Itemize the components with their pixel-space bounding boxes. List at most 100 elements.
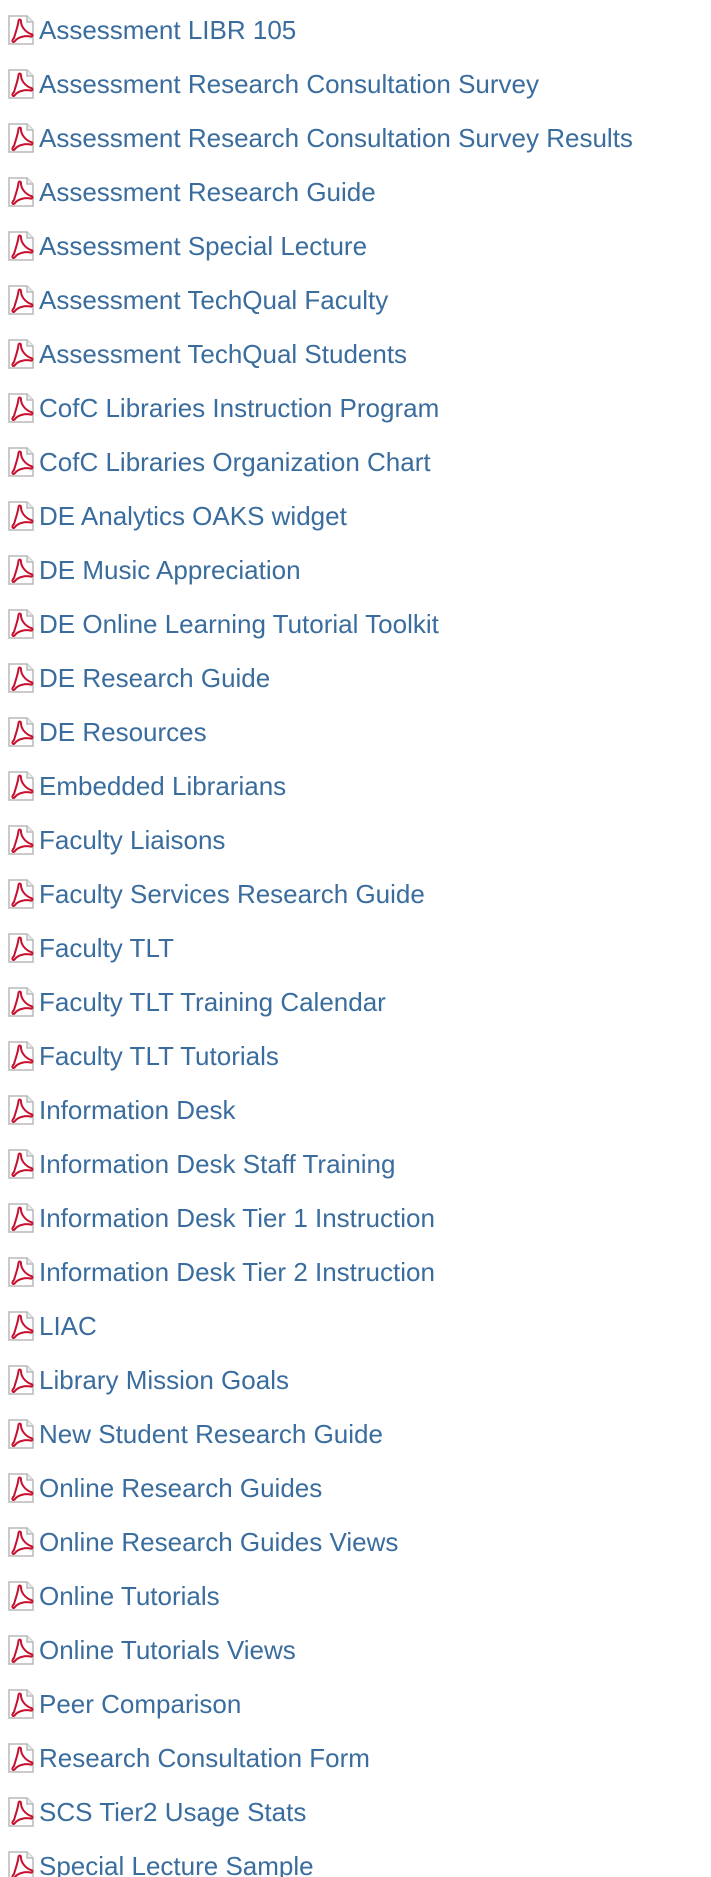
file-label: Faculty TLT Training Calendar — [39, 987, 386, 1017]
pdf-file-link[interactable]: Faculty Liaisons — [6, 825, 225, 855]
pdf-file-link[interactable]: Library Mission Goals — [6, 1365, 289, 1395]
pdf-file-link[interactable]: SCS Tier2 Usage Stats — [6, 1797, 306, 1827]
pdf-file-link[interactable]: Assessment LIBR 105 — [6, 15, 296, 45]
pdf-file-link[interactable]: Faculty Services Research Guide — [6, 879, 425, 909]
list-item: Research Consultation Form — [6, 1731, 711, 1785]
pdf-icon — [6, 1743, 36, 1773]
file-label: Faculty TLT Tutorials — [39, 1041, 279, 1071]
pdf-icon — [6, 69, 36, 99]
pdf-icon — [6, 1149, 36, 1179]
pdf-file-link[interactable]: Research Consultation Form — [6, 1743, 370, 1773]
list-item: Online Tutorials — [6, 1569, 711, 1623]
pdf-icon — [6, 1041, 36, 1071]
pdf-icon — [6, 987, 36, 1017]
list-item: DE Resources — [6, 705, 711, 759]
pdf-file-link[interactable]: DE Music Appreciation — [6, 555, 301, 585]
pdf-file-link[interactable]: Information Desk Tier 2 Instruction — [6, 1257, 435, 1287]
pdf-file-link[interactable]: Online Research Guides — [6, 1473, 322, 1503]
pdf-file-link[interactable]: Assessment TechQual Faculty — [6, 285, 388, 315]
file-label: SCS Tier2 Usage Stats — [39, 1797, 307, 1827]
file-label: LIAC — [39, 1311, 97, 1341]
pdf-file-link[interactable]: Online Tutorials — [6, 1581, 220, 1611]
pdf-icon — [6, 123, 36, 153]
file-label: Information Desk Staff Training — [39, 1149, 396, 1179]
pdf-icon — [6, 447, 36, 477]
pdf-file-link[interactable]: Information Desk Staff Training — [6, 1149, 395, 1179]
list-item: Faculty TLT Training Calendar — [6, 975, 711, 1029]
list-item: Embedded Librarians — [6, 759, 711, 813]
pdf-file-link[interactable]: Assessment Research Consultation Survey … — [6, 123, 633, 153]
list-item: Assessment Special Lecture — [6, 219, 711, 273]
file-label: Research Consultation Form — [39, 1743, 370, 1773]
list-item: Online Research Guides — [6, 1461, 711, 1515]
list-item: DE Online Learning Tutorial Toolkit — [6, 597, 711, 651]
file-label: CofC Libraries Instruction Program — [39, 393, 440, 423]
pdf-file-link[interactable]: CofC Libraries Organization Chart — [6, 447, 431, 477]
pdf-icon — [6, 339, 36, 369]
pdf-icon — [6, 555, 36, 585]
pdf-icon — [6, 15, 36, 45]
file-label: Information Desk — [39, 1095, 236, 1125]
pdf-file-link[interactable]: Online Research Guides Views — [6, 1527, 398, 1557]
pdf-icon — [6, 1095, 36, 1125]
file-label: Faculty Liaisons — [39, 825, 226, 855]
pdf-file-link[interactable]: Special Lecture Sample — [6, 1851, 314, 1877]
file-label: Information Desk Tier 1 Instruction — [39, 1203, 435, 1233]
pdf-icon — [6, 1419, 36, 1449]
file-label: Library Mission Goals — [39, 1365, 289, 1395]
list-item: Online Research Guides Views — [6, 1515, 711, 1569]
pdf-icon — [6, 177, 36, 207]
pdf-file-link[interactable]: DE Analytics OAKS widget — [6, 501, 347, 531]
list-item: Information Desk Tier 1 Instruction — [6, 1191, 711, 1245]
list-item: Information Desk Tier 2 Instruction — [6, 1245, 711, 1299]
pdf-file-link[interactable]: Information Desk Tier 1 Instruction — [6, 1203, 435, 1233]
pdf-file-link[interactable]: Faculty TLT — [6, 933, 174, 963]
pdf-icon — [6, 1797, 36, 1827]
list-item: SCS Tier2 Usage Stats — [6, 1785, 711, 1839]
pdf-icon — [6, 1581, 36, 1611]
pdf-file-link[interactable]: Faculty TLT Training Calendar — [6, 987, 386, 1017]
file-label: Faculty Services Research Guide — [39, 879, 425, 909]
file-label: Assessment Research Guide — [39, 177, 376, 207]
pdf-file-link[interactable]: DE Research Guide — [6, 663, 270, 693]
pdf-icon — [6, 393, 36, 423]
pdf-icon — [6, 825, 36, 855]
pdf-icon — [6, 285, 36, 315]
pdf-file-link[interactable]: Online Tutorials Views — [6, 1635, 296, 1665]
pdf-file-link[interactable]: Assessment Special Lecture — [6, 231, 367, 261]
file-label: CofC Libraries Organization Chart — [39, 447, 431, 477]
list-item: LIAC — [6, 1299, 711, 1353]
pdf-icon — [6, 1635, 36, 1665]
file-label: Assessment Special Lecture — [39, 231, 368, 261]
file-label: Assessment TechQual Students — [39, 339, 408, 369]
pdf-file-link[interactable]: Embedded Librarians — [6, 771, 286, 801]
file-label: Assessment TechQual Faculty — [39, 285, 389, 315]
file-label: DE Research Guide — [39, 663, 271, 693]
pdf-icon — [6, 717, 36, 747]
pdf-file-link[interactable]: Assessment Research Guide — [6, 177, 376, 207]
pdf-file-link[interactable]: Information Desk — [6, 1095, 236, 1125]
file-label: Information Desk Tier 2 Instruction — [39, 1257, 435, 1287]
pdf-file-link[interactable]: Assessment Research Consultation Survey — [6, 69, 539, 99]
list-item: Assessment Research Consultation Survey … — [6, 111, 711, 165]
pdf-icon — [6, 1851, 36, 1877]
file-label: Assessment Research Consultation Survey — [39, 69, 540, 99]
pdf-file-link[interactable]: New Student Research Guide — [6, 1419, 383, 1449]
file-label: DE Analytics OAKS widget — [39, 501, 347, 531]
pdf-icon — [6, 1257, 36, 1287]
pdf-icon — [6, 933, 36, 963]
list-item: Faculty Liaisons — [6, 813, 711, 867]
pdf-icon — [6, 1365, 36, 1395]
pdf-file-link[interactable]: LIAC — [6, 1311, 97, 1341]
pdf-file-link[interactable]: DE Resources — [6, 717, 207, 747]
pdf-icon — [6, 501, 36, 531]
file-label: Assessment LIBR 105 — [39, 15, 297, 45]
pdf-file-link[interactable]: CofC Libraries Instruction Program — [6, 393, 439, 423]
pdf-file-link[interactable]: Faculty TLT Tutorials — [6, 1041, 279, 1071]
file-label: Peer Comparison — [39, 1689, 242, 1719]
file-label: DE Music Appreciation — [39, 555, 301, 585]
pdf-file-link[interactable]: DE Online Learning Tutorial Toolkit — [6, 609, 439, 639]
pdf-icon — [6, 1203, 36, 1233]
pdf-file-link[interactable]: Assessment TechQual Students — [6, 339, 407, 369]
pdf-file-link[interactable]: Peer Comparison — [6, 1689, 241, 1719]
